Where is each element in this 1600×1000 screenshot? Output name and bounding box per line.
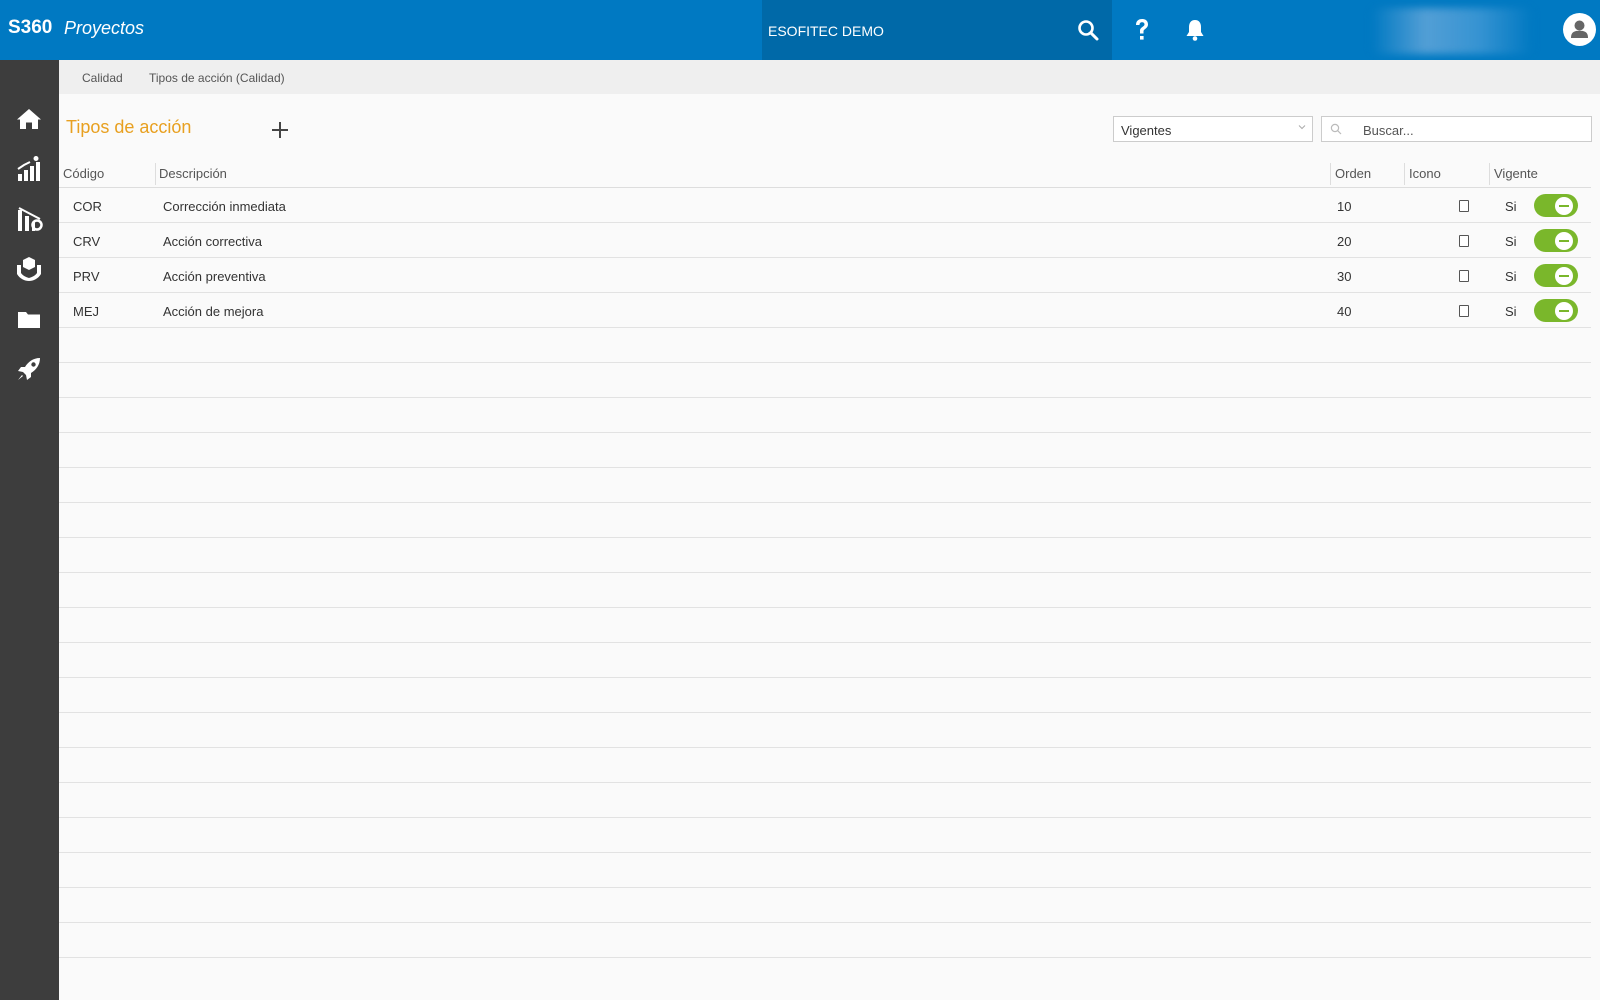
- cell-descripcion: Acción preventiva: [163, 269, 266, 284]
- column-header-descripcion[interactable]: Descripción: [159, 166, 227, 181]
- empty-row: [59, 713, 1591, 748]
- cell-orden: 30: [1337, 269, 1352, 284]
- empty-row: [59, 888, 1591, 923]
- toggle-knob: [1555, 197, 1573, 215]
- icon-checkbox[interactable]: [1459, 235, 1469, 247]
- empty-row: [59, 328, 1591, 363]
- top-bar: S360 Proyectos ESOFITEC DEMO: [0, 0, 1600, 60]
- empty-row: [59, 363, 1591, 398]
- stats-icon[interactable]: [14, 154, 44, 184]
- table-row[interactable]: PRV Acción preventiva 30 Si: [59, 258, 1591, 293]
- toggle-knob: [1555, 302, 1573, 320]
- chevron-down-icon: [1298, 125, 1306, 130]
- table-row[interactable]: MEJ Acción de mejora 40 Si: [59, 293, 1591, 328]
- empty-row: [59, 818, 1591, 853]
- cell-vigente: Si: [1505, 269, 1517, 284]
- help-icon[interactable]: [1130, 16, 1154, 44]
- vigente-toggle[interactable]: [1534, 194, 1578, 217]
- cell-codigo: PRV: [73, 269, 100, 284]
- breadcrumb-item-tipos-accion[interactable]: Tipos de acción (Calidad): [149, 71, 285, 85]
- search-box: [1321, 116, 1592, 142]
- empty-row: [59, 853, 1591, 888]
- cell-descripcion: Corrección inmediata: [163, 199, 286, 214]
- column-divider: [155, 163, 156, 185]
- action-types-table: Código Descripción Orden Icono Vigente C…: [59, 160, 1591, 958]
- breadcrumb-item-calidad[interactable]: Calidad: [82, 71, 123, 85]
- cell-codigo: MEJ: [73, 304, 99, 319]
- empty-row: [59, 783, 1591, 818]
- chart-tools-icon[interactable]: [14, 204, 44, 234]
- app-logo[interactable]: S360: [8, 17, 52, 39]
- search-icon[interactable]: [1076, 18, 1100, 42]
- cell-vigente: Si: [1505, 304, 1517, 319]
- sidebar: [0, 60, 59, 1000]
- home-icon[interactable]: [14, 104, 44, 134]
- cell-orden: 10: [1337, 199, 1352, 214]
- vigente-toggle[interactable]: [1534, 299, 1578, 322]
- bell-icon[interactable]: [1184, 18, 1206, 42]
- column-header-icono[interactable]: Icono: [1409, 166, 1441, 181]
- toggle-knob: [1555, 267, 1573, 285]
- cell-codigo: COR: [73, 199, 102, 214]
- breadcrumb: Calidad Tipos de acción (Calidad): [59, 60, 1600, 94]
- toggle-knob: [1555, 232, 1573, 250]
- cell-descripcion: Acción de mejora: [163, 304, 264, 319]
- vigente-toggle[interactable]: [1534, 264, 1578, 287]
- cell-descripcion: Acción correctiva: [163, 234, 262, 249]
- empty-row: [59, 573, 1591, 608]
- empty-row: [59, 748, 1591, 783]
- column-header-codigo[interactable]: Código: [63, 166, 104, 181]
- empty-row: [59, 678, 1591, 713]
- column-header-orden[interactable]: Orden: [1335, 166, 1371, 181]
- empty-row: [59, 398, 1591, 433]
- cell-vigente: Si: [1505, 199, 1517, 214]
- page-title: Tipos de acción: [66, 117, 192, 137]
- empty-row: [59, 503, 1591, 538]
- status-filter-value: Vigentes: [1121, 123, 1172, 138]
- icon-checkbox[interactable]: [1459, 305, 1469, 317]
- icon-checkbox[interactable]: [1459, 200, 1469, 212]
- search-icon: [1330, 123, 1342, 135]
- empty-row: [59, 923, 1591, 958]
- folder-icon[interactable]: [14, 304, 44, 334]
- column-divider: [1330, 163, 1331, 185]
- empty-row: [59, 538, 1591, 573]
- user-name-blurred: [1372, 8, 1532, 54]
- add-button[interactable]: [268, 118, 292, 142]
- icon-checkbox[interactable]: [1459, 270, 1469, 282]
- column-header-vigente[interactable]: Vigente: [1494, 166, 1538, 181]
- table-row[interactable]: CRV Acción correctiva 20 Si: [59, 223, 1591, 258]
- company-name: ESOFITEC DEMO: [768, 23, 884, 39]
- cell-orden: 40: [1337, 304, 1352, 319]
- cell-orden: 20: [1337, 234, 1352, 249]
- app-name: Proyectos: [64, 18, 145, 38]
- search-input[interactable]: [1363, 121, 1583, 139]
- empty-row: [59, 608, 1591, 643]
- column-divider: [1404, 163, 1405, 185]
- company-selector[interactable]: ESOFITEC DEMO: [762, 0, 1112, 60]
- rocket-icon[interactable]: [14, 354, 44, 384]
- table-header: Código Descripción Orden Icono Vigente: [59, 160, 1591, 188]
- hands-box-icon[interactable]: [14, 254, 44, 284]
- cell-vigente: Si: [1505, 234, 1517, 249]
- avatar[interactable]: [1563, 13, 1596, 46]
- empty-row: [59, 643, 1591, 678]
- empty-row: [59, 433, 1591, 468]
- cell-codigo: CRV: [73, 234, 101, 249]
- empty-row: [59, 468, 1591, 503]
- table-row[interactable]: COR Corrección inmediata 10 Si: [59, 188, 1591, 223]
- user-icon: [1571, 20, 1588, 38]
- vigente-toggle[interactable]: [1534, 229, 1578, 252]
- column-divider: [1489, 163, 1490, 185]
- status-filter-select[interactable]: Vigentes: [1113, 116, 1313, 142]
